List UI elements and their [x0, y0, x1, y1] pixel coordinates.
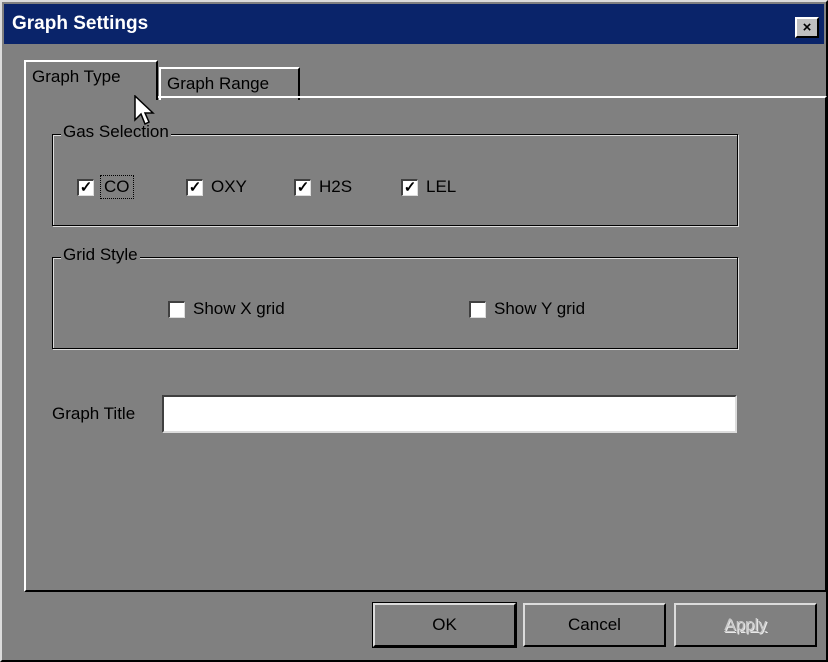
checkbox-show-x-grid-box[interactable] [168, 300, 185, 318]
check-icon: ✓ [188, 178, 202, 196]
checkbox-lel-label: LEL [426, 177, 457, 196]
cancel-button[interactable]: Cancel [523, 603, 666, 647]
checkbox-show-y-grid-box[interactable] [469, 300, 486, 318]
gas-selection-group: Gas Selection [52, 122, 738, 226]
checkbox-co-label: CO [100, 175, 134, 199]
check-icon: ✓ [79, 178, 93, 196]
checkbox-oxy-label: OXY [211, 177, 247, 196]
window-title: Graph Settings [12, 13, 149, 34]
title-bar[interactable]: Graph Settings × [4, 4, 824, 44]
check-icon: ✓ [403, 178, 417, 196]
checkbox-show-x-grid-label: Show X grid [193, 299, 285, 318]
graph-title-input[interactable] [162, 395, 737, 433]
ok-button-label: OK [432, 615, 457, 634]
grid-style-group: Grid Style [52, 245, 738, 349]
checkbox-oxy[interactable]: ✓ OXY [186, 177, 247, 197]
checkbox-show-x-grid[interactable]: Show X grid [168, 299, 285, 319]
checkbox-h2s-box[interactable]: ✓ [294, 178, 311, 196]
apply-button[interactable]: Apply [674, 603, 817, 647]
graph-title-label: Graph Title [52, 404, 136, 423]
checkbox-co-box[interactable]: ✓ [77, 178, 94, 196]
cancel-button-label: Cancel [568, 615, 621, 634]
graph-settings-dialog: Graph Settings × Graph Type Graph Range … [0, 0, 828, 662]
tab-graph-range-label: Graph Range [167, 74, 270, 93]
checkbox-show-y-grid-label: Show Y grid [494, 299, 586, 318]
checkbox-h2s[interactable]: ✓ H2S [294, 177, 352, 197]
close-icon: × [802, 19, 812, 36]
checkbox-show-y-grid[interactable]: Show Y grid [469, 299, 585, 319]
checkbox-h2s-label: H2S [319, 177, 353, 196]
ok-button[interactable]: OK [373, 603, 516, 647]
checkbox-oxy-box[interactable]: ✓ [186, 178, 203, 196]
check-icon: ✓ [296, 178, 310, 196]
close-button[interactable]: × [795, 17, 819, 38]
mouse-cursor-icon [134, 95, 155, 126]
tab-graph-type-label: Graph Type [32, 67, 121, 86]
checkbox-lel[interactable]: ✓ LEL [401, 177, 456, 197]
grid-style-label: Grid Style [61, 245, 140, 265]
checkbox-co[interactable]: ✓ CO [77, 175, 134, 199]
apply-button-label: Apply [724, 615, 767, 634]
tab-graph-type[interactable]: Graph Type [24, 60, 158, 100]
checkbox-lel-box[interactable]: ✓ [401, 178, 418, 196]
